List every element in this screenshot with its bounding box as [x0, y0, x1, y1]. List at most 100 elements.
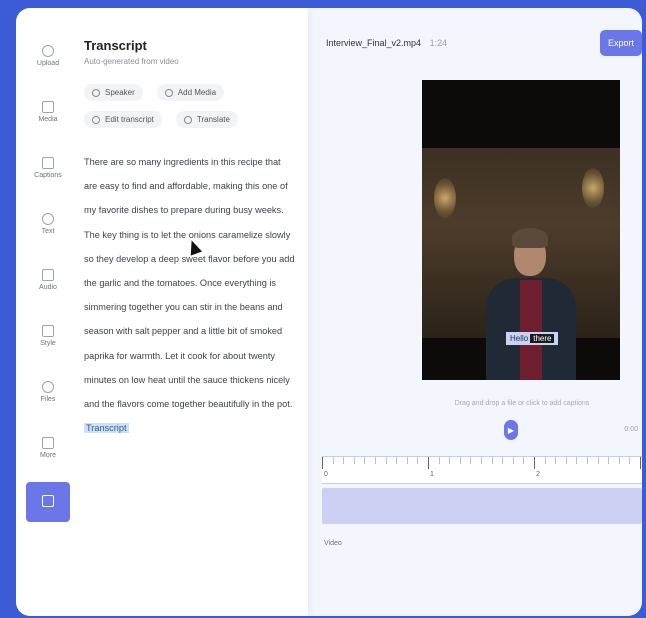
- timeline-tick: [470, 457, 472, 464]
- transcript-text[interactable]: There are so many ingredients in this re…: [84, 150, 296, 440]
- timeline-tick: [587, 457, 588, 464]
- timeline-tick: [322, 457, 323, 469]
- chip-label: Speaker: [105, 88, 135, 97]
- person-shirt: [520, 280, 542, 380]
- style-icon: [42, 325, 54, 337]
- timeline-tick-label: 2: [536, 471, 540, 478]
- lamp-decoration: [582, 168, 604, 208]
- video-frame: [422, 148, 620, 380]
- file-name: Interview_Final_v2.mp4: [326, 38, 422, 48]
- files-icon: [42, 381, 54, 393]
- timeline-tick: [417, 457, 419, 464]
- icon-rail: Upload Media Captions Text Audio Style Files Mo…: [26, 28, 70, 522]
- timeline-tick: [502, 457, 504, 464]
- preview-area: Interview_Final_v2.mp4 1:24 Export Hello…: [308, 8, 642, 616]
- chip-button[interactable]: Edit transcript: [84, 111, 162, 128]
- highlighted-word: Transcript: [84, 423, 129, 434]
- timeline-tick: [523, 457, 525, 464]
- timeline-tick: [353, 457, 355, 464]
- rail-item-label: Captions: [34, 172, 62, 179]
- timeline-tick: [491, 457, 493, 464]
- lamp-decoration: [434, 178, 456, 218]
- transcript-icon: [42, 494, 54, 507]
- timeline-tick-label: 0: [324, 471, 328, 478]
- chip-label: Add Media: [177, 88, 217, 97]
- play-icon: ▶: [507, 425, 515, 435]
- more-icon: [42, 437, 54, 449]
- video-track[interactable]: [322, 488, 642, 524]
- rail-item-upload[interactable]: Upload: [26, 28, 70, 84]
- timeline-tick: [438, 457, 440, 464]
- timeline-tick: [576, 457, 578, 464]
- track-label: Video: [324, 540, 342, 547]
- timeline-ruler[interactable]: 0123: [322, 456, 642, 484]
- chip-button[interactable]: Translate: [175, 111, 238, 128]
- text-icon: [42, 213, 54, 225]
- chip-icon: [92, 88, 100, 97]
- chip-label: Edit transcript: [105, 115, 154, 124]
- panel-title: Transcript: [84, 38, 147, 53]
- timeline-tick: [555, 457, 557, 464]
- rail-item-transcript[interactable]: [26, 482, 70, 522]
- rail-item-style[interactable]: Style: [26, 308, 70, 364]
- rail-item-label: Media: [38, 116, 58, 123]
- time-readout: 0:00: [624, 426, 638, 433]
- timeline-tick: [481, 457, 482, 464]
- timeline-tick: [629, 457, 631, 464]
- timeline-tick: [364, 457, 366, 464]
- caption-word: Hello: [510, 334, 529, 343]
- chip-button[interactable]: Speaker: [84, 84, 143, 101]
- timeline-tick-label: 1: [430, 471, 434, 478]
- timeline-tick: [544, 457, 546, 464]
- timeline-tick: [597, 457, 599, 464]
- chip-label: Translate: [196, 115, 230, 124]
- timeline-tick: [396, 457, 398, 464]
- editor-sidebar: Upload Media Captions Text Audio Style Files Mo…: [16, 8, 308, 616]
- timeline-tick: [449, 457, 451, 464]
- captions-icon: [42, 157, 54, 169]
- chip-icon: [183, 115, 192, 124]
- rail-item-media[interactable]: Media: [26, 84, 70, 140]
- file-duration: 1:24: [429, 38, 448, 48]
- timeline-tick: [459, 457, 461, 464]
- timeline-tick: [332, 457, 334, 464]
- timeline[interactable]: 0123: [322, 456, 642, 528]
- timeline-tick: [512, 457, 514, 464]
- action-chips: Speaker Add Media Edit transcript Translate: [84, 84, 296, 128]
- video-hint: Drag and drop a file or click to add cap…: [454, 400, 590, 407]
- app-window: Upload Media Captions Text Audio Style Files Mo…: [16, 8, 642, 616]
- timeline-tick: [618, 457, 620, 464]
- video-preview[interactable]: Hello there: [422, 80, 620, 380]
- audio-icon: [42, 269, 54, 281]
- caption-word-active: there: [530, 334, 555, 343]
- timeline-tick: [375, 457, 376, 464]
- timeline-tick: [385, 457, 387, 464]
- chip-icon: [92, 115, 100, 124]
- file-title: Interview_Final_v2.mp4 1:24: [326, 38, 447, 48]
- rail-item-more[interactable]: More: [26, 420, 70, 476]
- transcript-body: There are so many ingredients in this re…: [84, 157, 295, 410]
- rail-item-files[interactable]: Files: [26, 364, 70, 420]
- export-button[interactable]: Export: [600, 30, 642, 56]
- person-hair: [512, 228, 548, 248]
- transcript-panel: Transcript Auto-generated from video Spe…: [84, 38, 296, 440]
- media-icon: [42, 101, 54, 113]
- timeline-tick: [428, 457, 429, 469]
- panel-subtitle: Auto-generated from video: [84, 57, 179, 66]
- chip-icon: [164, 88, 173, 97]
- caption-overlay[interactable]: Hello there: [506, 332, 559, 345]
- rail-item-label: Text: [41, 228, 55, 235]
- rail-item-label: Style: [40, 340, 56, 347]
- rail-item-label: Files: [40, 396, 56, 403]
- timeline-tick: [406, 457, 408, 464]
- rail-item-label: More: [40, 452, 56, 459]
- rail-item-captions[interactable]: Captions: [26, 140, 70, 196]
- timeline-tick: [534, 457, 535, 469]
- timeline-tick: [640, 457, 641, 469]
- timeline-tick: [343, 457, 345, 464]
- chip-button[interactable]: Add Media: [156, 84, 225, 101]
- rail-item-text[interactable]: Text: [26, 196, 70, 252]
- rail-item-audio[interactable]: Audio: [26, 252, 70, 308]
- timeline-tick: [608, 457, 610, 464]
- play-button[interactable]: ▶: [504, 420, 518, 440]
